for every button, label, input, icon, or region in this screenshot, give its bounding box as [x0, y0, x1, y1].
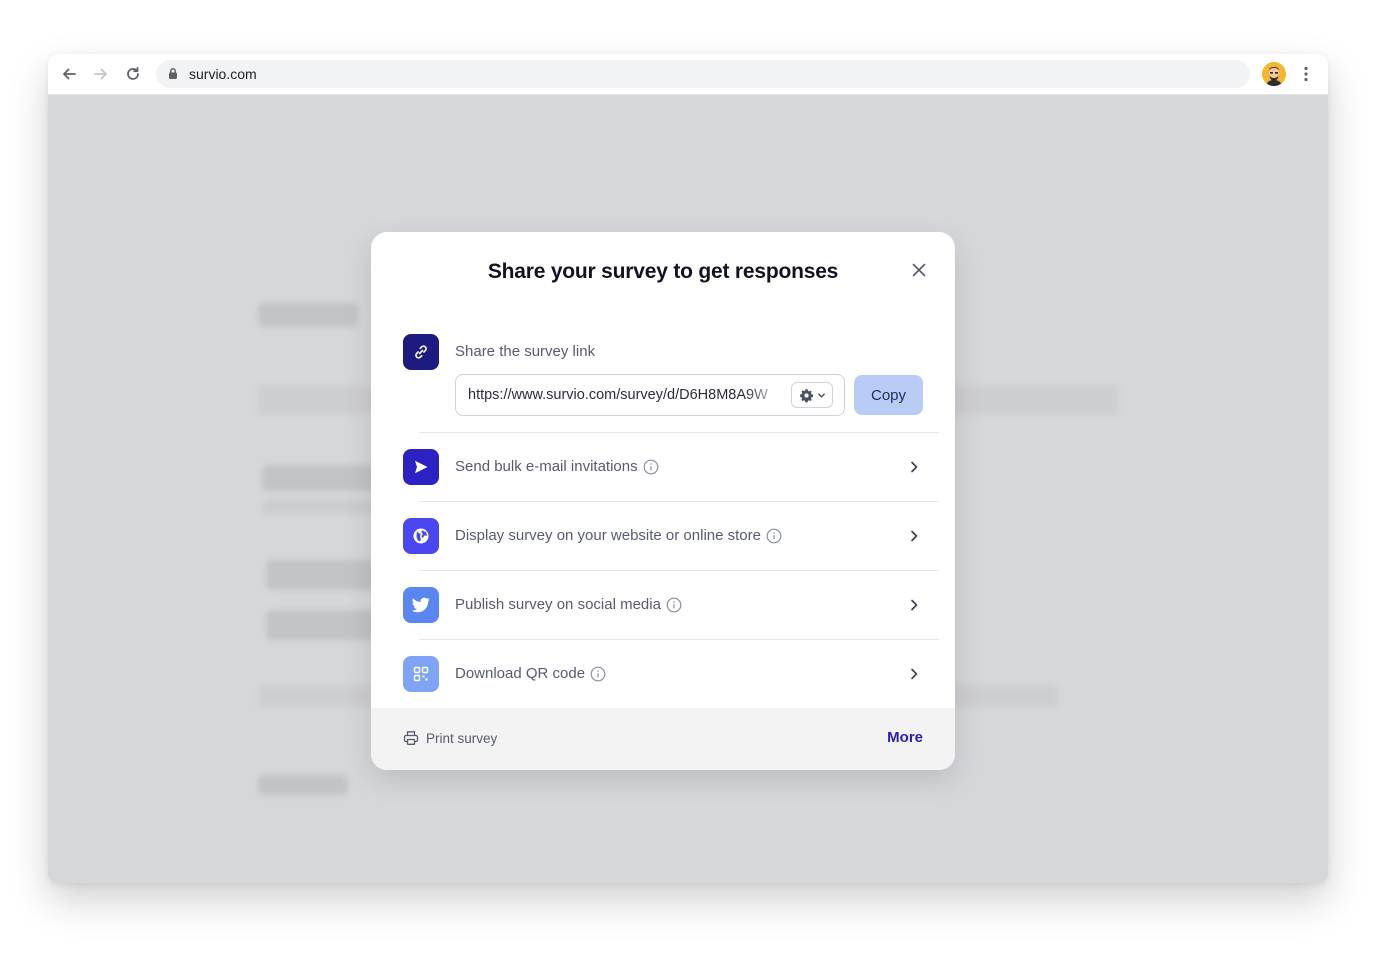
browser-window: survio.com Share your survey to get resp… — [48, 54, 1328, 883]
qr-code-icon — [413, 666, 429, 682]
option-text-email: Send bulk e-mail invitations — [455, 458, 638, 475]
info-icon[interactable] — [590, 666, 606, 682]
close-button[interactable] — [907, 258, 931, 282]
address-bar[interactable]: survio.com — [156, 60, 1250, 88]
gear-icon — [799, 388, 813, 402]
modal-footer: Print survey More — [371, 708, 955, 770]
link-icon — [415, 345, 427, 359]
info-icon[interactable] — [643, 459, 659, 475]
blurred-item-2 — [266, 610, 386, 640]
qr-tile — [403, 656, 439, 692]
info-icon[interactable] — [666, 597, 682, 613]
reload-icon — [127, 66, 139, 80]
survey-link-input[interactable] — [456, 375, 798, 415]
link-settings-dropdown[interactable] — [791, 382, 833, 408]
survey-link-field[interactable] — [455, 374, 845, 416]
print-survey-label: Print survey — [426, 730, 498, 746]
back-button[interactable] — [57, 62, 81, 86]
share-link-tile — [403, 334, 439, 370]
option-text-social: Publish survey on social media — [455, 596, 661, 613]
blurred-heading — [258, 303, 358, 327]
close-icon — [912, 263, 926, 277]
modal-title: Share your survey to get responses — [487, 260, 839, 283]
social-tile — [403, 587, 439, 623]
option-label-qr: Download QR code — [455, 665, 606, 682]
printer-icon — [403, 731, 419, 745]
divider — [419, 501, 939, 502]
option-label-website: Display survey on your website or online… — [455, 527, 782, 544]
lock-icon — [169, 68, 177, 79]
arrow-left-icon — [63, 68, 76, 80]
option-text-website: Display survey on your website or online… — [455, 527, 761, 544]
share-link-label: Share the survey link — [455, 343, 596, 360]
browser-menu-button[interactable] — [1298, 62, 1314, 86]
blurred-item-1 — [266, 560, 386, 590]
chevron-down-icon — [817, 392, 825, 398]
globe-icon — [413, 528, 429, 544]
website-tile — [403, 518, 439, 554]
chevron-right-icon — [905, 596, 923, 614]
arrow-right-icon — [94, 68, 107, 80]
address-url: survio.com — [189, 66, 257, 82]
divider — [419, 570, 939, 571]
chevron-right-icon — [905, 665, 923, 683]
forward-button[interactable] — [89, 62, 113, 86]
reload-button[interactable] — [121, 62, 145, 86]
option-text-qr: Download QR code — [455, 665, 586, 682]
blurred-footer-text — [258, 775, 348, 795]
email-tile — [403, 449, 439, 485]
divider — [419, 639, 939, 640]
share-survey-modal: Share your survey to get responses Share… — [371, 232, 955, 770]
divider — [419, 432, 939, 433]
chevron-right-icon — [905, 527, 923, 545]
send-icon — [415, 460, 428, 474]
profile-avatar[interactable] — [1262, 62, 1286, 86]
browser-toolbar: survio.com — [48, 54, 1328, 95]
print-survey-button[interactable]: Print survey — [403, 730, 497, 746]
info-icon[interactable] — [766, 528, 782, 544]
option-label-email: Send bulk e-mail invitations — [455, 458, 659, 475]
kebab-menu-icon — [1304, 66, 1308, 82]
blurred-title — [262, 465, 382, 491]
twitter-icon — [412, 597, 430, 613]
chevron-right-icon — [905, 458, 923, 476]
option-label-social: Publish survey on social media — [455, 596, 682, 613]
more-link[interactable]: More — [887, 729, 923, 746]
avatar-face-icon — [1262, 62, 1286, 86]
copy-link-button[interactable]: Copy — [854, 375, 923, 415]
